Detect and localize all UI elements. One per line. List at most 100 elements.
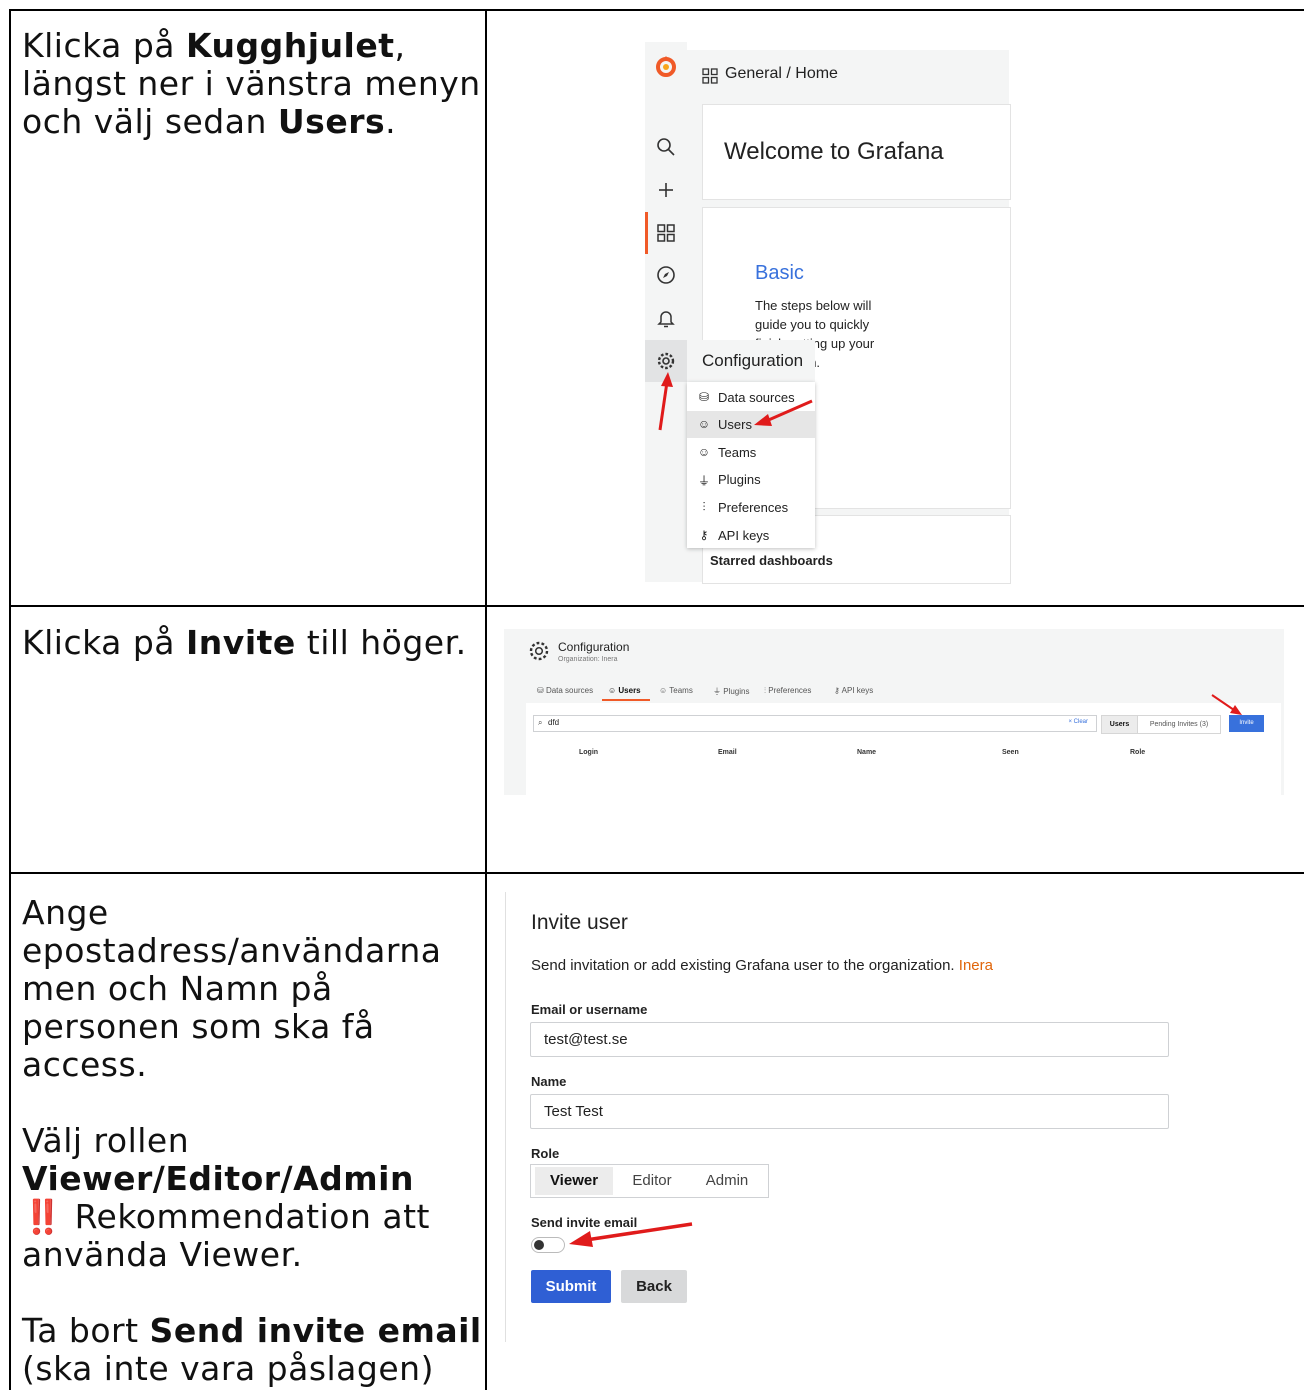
instruction-bold: Users — [277, 102, 386, 141]
instruction-bold: Invite — [186, 623, 296, 662]
menu-item-preferences[interactable]: ⫶ Preferences — [687, 494, 815, 521]
description-text: Send invitation or add existing Grafana … — [531, 957, 955, 974]
key-icon: ⚷ — [699, 528, 709, 542]
menu-item-teams[interactable]: ☺ Teams — [687, 439, 815, 466]
instruction-bold: Send invite email — [149, 1311, 482, 1350]
email-field[interactable]: test@test.se — [530, 1022, 1169, 1057]
instruction-bold: Kugghjulet — [186, 26, 395, 65]
steps-line: The steps below will — [755, 298, 872, 313]
steps-line: guide you to quickly — [755, 317, 870, 332]
tab-api-keys[interactable]: ⚷ API keys — [834, 686, 873, 695]
instruction-text: access. — [22, 1045, 148, 1084]
clear-button[interactable]: × Clear — [1068, 719, 1088, 725]
role-label: Role — [531, 1146, 560, 1161]
column-header-seen: Seen — [1002, 749, 1019, 756]
tab-label: Preferences — [768, 686, 812, 695]
instruction-text: epostadress/användarna — [22, 931, 442, 970]
tab-preferences[interactable]: ⫶ Preferences — [764, 686, 811, 696]
instruction-text: Ange — [22, 893, 109, 932]
role-option-admin[interactable]: Admin — [691, 1165, 763, 1197]
instruction-text: , — [394, 26, 406, 65]
tab-label: API keys — [841, 686, 874, 695]
instruction-text: Klicka på — [22, 26, 187, 65]
tab-label: Data sources — [545, 686, 594, 695]
column-header-role: Role — [1130, 749, 1146, 756]
submit-button[interactable]: Submit — [531, 1270, 611, 1303]
email-value: test@test.se — [544, 1031, 628, 1048]
user-icon: ☺ — [697, 417, 711, 431]
instruction-text: till höger. — [295, 623, 467, 662]
send-invite-toggle[interactable] — [531, 1237, 565, 1253]
starred-dashboards-title: Starred dashboards — [710, 553, 833, 568]
menu-item-label: Preferences — [718, 500, 789, 515]
instruction-text: personen som ska få — [22, 1007, 375, 1046]
segment-pending-invites[interactable]: Pending Invites (3) — [1137, 715, 1221, 734]
page-title: Configuration — [558, 640, 630, 654]
role-option-viewer[interactable]: Viewer — [535, 1167, 613, 1195]
annotation-arrow-invite — [1211, 694, 1242, 715]
search-value: dfd — [548, 718, 560, 727]
search-input[interactable]: ⌕ dfd × Clear — [533, 715, 1097, 732]
page-title: Invite user — [531, 911, 628, 934]
tab-teams[interactable]: ☺ Teams — [659, 686, 693, 695]
search-icon: ⌕ — [538, 718, 543, 727]
instruction-text: Klicka på — [22, 623, 187, 662]
instruction-text: och välj sedan — [22, 102, 278, 141]
form-left-border — [505, 892, 506, 1342]
role-option-editor[interactable]: Editor — [617, 1165, 687, 1197]
instruction-text: använda Viewer. — [22, 1235, 303, 1274]
grafana-logo-icon[interactable] — [655, 55, 677, 77]
back-button[interactable]: Back — [621, 1270, 687, 1303]
page-description: Send invitation or add existing Grafana … — [531, 957, 993, 974]
segment-users[interactable]: Users — [1101, 715, 1138, 734]
instruction-text: Rekommendation att — [74, 1197, 430, 1236]
screenshot-users-list: Configuration Organization: Inera ⛁ Data… — [504, 629, 1284, 795]
gear-icon — [529, 641, 549, 661]
tab-data-sources[interactable]: ⛁ Data sources — [537, 686, 593, 695]
organization-name: Inera — [958, 957, 993, 974]
config-menu-title[interactable]: Configuration — [702, 351, 803, 371]
users-icon: ☺ — [697, 445, 711, 459]
name-field[interactable]: Test Test — [530, 1094, 1169, 1129]
basic-title: Basic — [755, 262, 804, 284]
invite-button[interactable]: Invite — [1229, 715, 1264, 732]
menu-item-api-keys[interactable]: ⚷ API keys — [687, 522, 815, 549]
compass-icon[interactable] — [656, 265, 676, 285]
plus-icon[interactable] — [656, 180, 676, 200]
tab-label: Plugins — [723, 687, 750, 696]
name-label: Name — [531, 1074, 567, 1089]
menu-item-label: Teams — [718, 445, 757, 460]
tab-label: Teams — [669, 686, 693, 695]
column-header-name: Name — [857, 749, 877, 756]
table-left-border — [9, 9, 11, 1390]
gear-icon[interactable] — [656, 351, 676, 371]
tab-users[interactable]: ☺ Users — [608, 686, 641, 695]
name-value: Test Test — [544, 1103, 603, 1120]
bell-icon[interactable] — [656, 308, 676, 328]
toggle-knob — [534, 1240, 544, 1250]
dashboards-icon[interactable] — [656, 223, 676, 243]
instruction-text: längst ner i vänstra menyn — [22, 64, 481, 103]
tab-label: Users — [618, 686, 641, 695]
instruction-row-1: Klicka på Kugghjulet, längst ner i vänst… — [22, 27, 481, 141]
annotation-arrow-gear — [658, 372, 673, 431]
column-header-login: Login — [579, 749, 599, 756]
breadcrumb[interactable]: General / Home — [725, 65, 838, 83]
column-header-email: Email — [718, 749, 737, 756]
database-icon: ⛁ — [698, 390, 710, 404]
menu-item-plugins[interactable]: ⏚ Plugins — [687, 466, 815, 493]
instruction-text: . — [385, 102, 397, 141]
table-divider — [485, 9, 487, 1390]
instruction-row-3: Ange epostadress/användarna men och Namn… — [22, 894, 482, 1388]
row-divider-2 — [9, 872, 1304, 874]
tab-plugins[interactable]: ⏚ Plugins — [713, 686, 749, 697]
sidebar-active-indicator — [645, 212, 648, 254]
instruction-text: (ska inte vara påslagen) — [22, 1349, 434, 1388]
instruction-text: Välj rollen — [22, 1121, 190, 1160]
table-top-border — [9, 9, 1304, 11]
instruction-bold: Viewer/Editor/Admin — [22, 1159, 414, 1198]
apps-icon — [702, 68, 718, 84]
role-selector: Viewer Editor Admin — [530, 1164, 769, 1198]
active-tab-underline — [602, 699, 650, 701]
search-icon[interactable] — [656, 137, 676, 157]
